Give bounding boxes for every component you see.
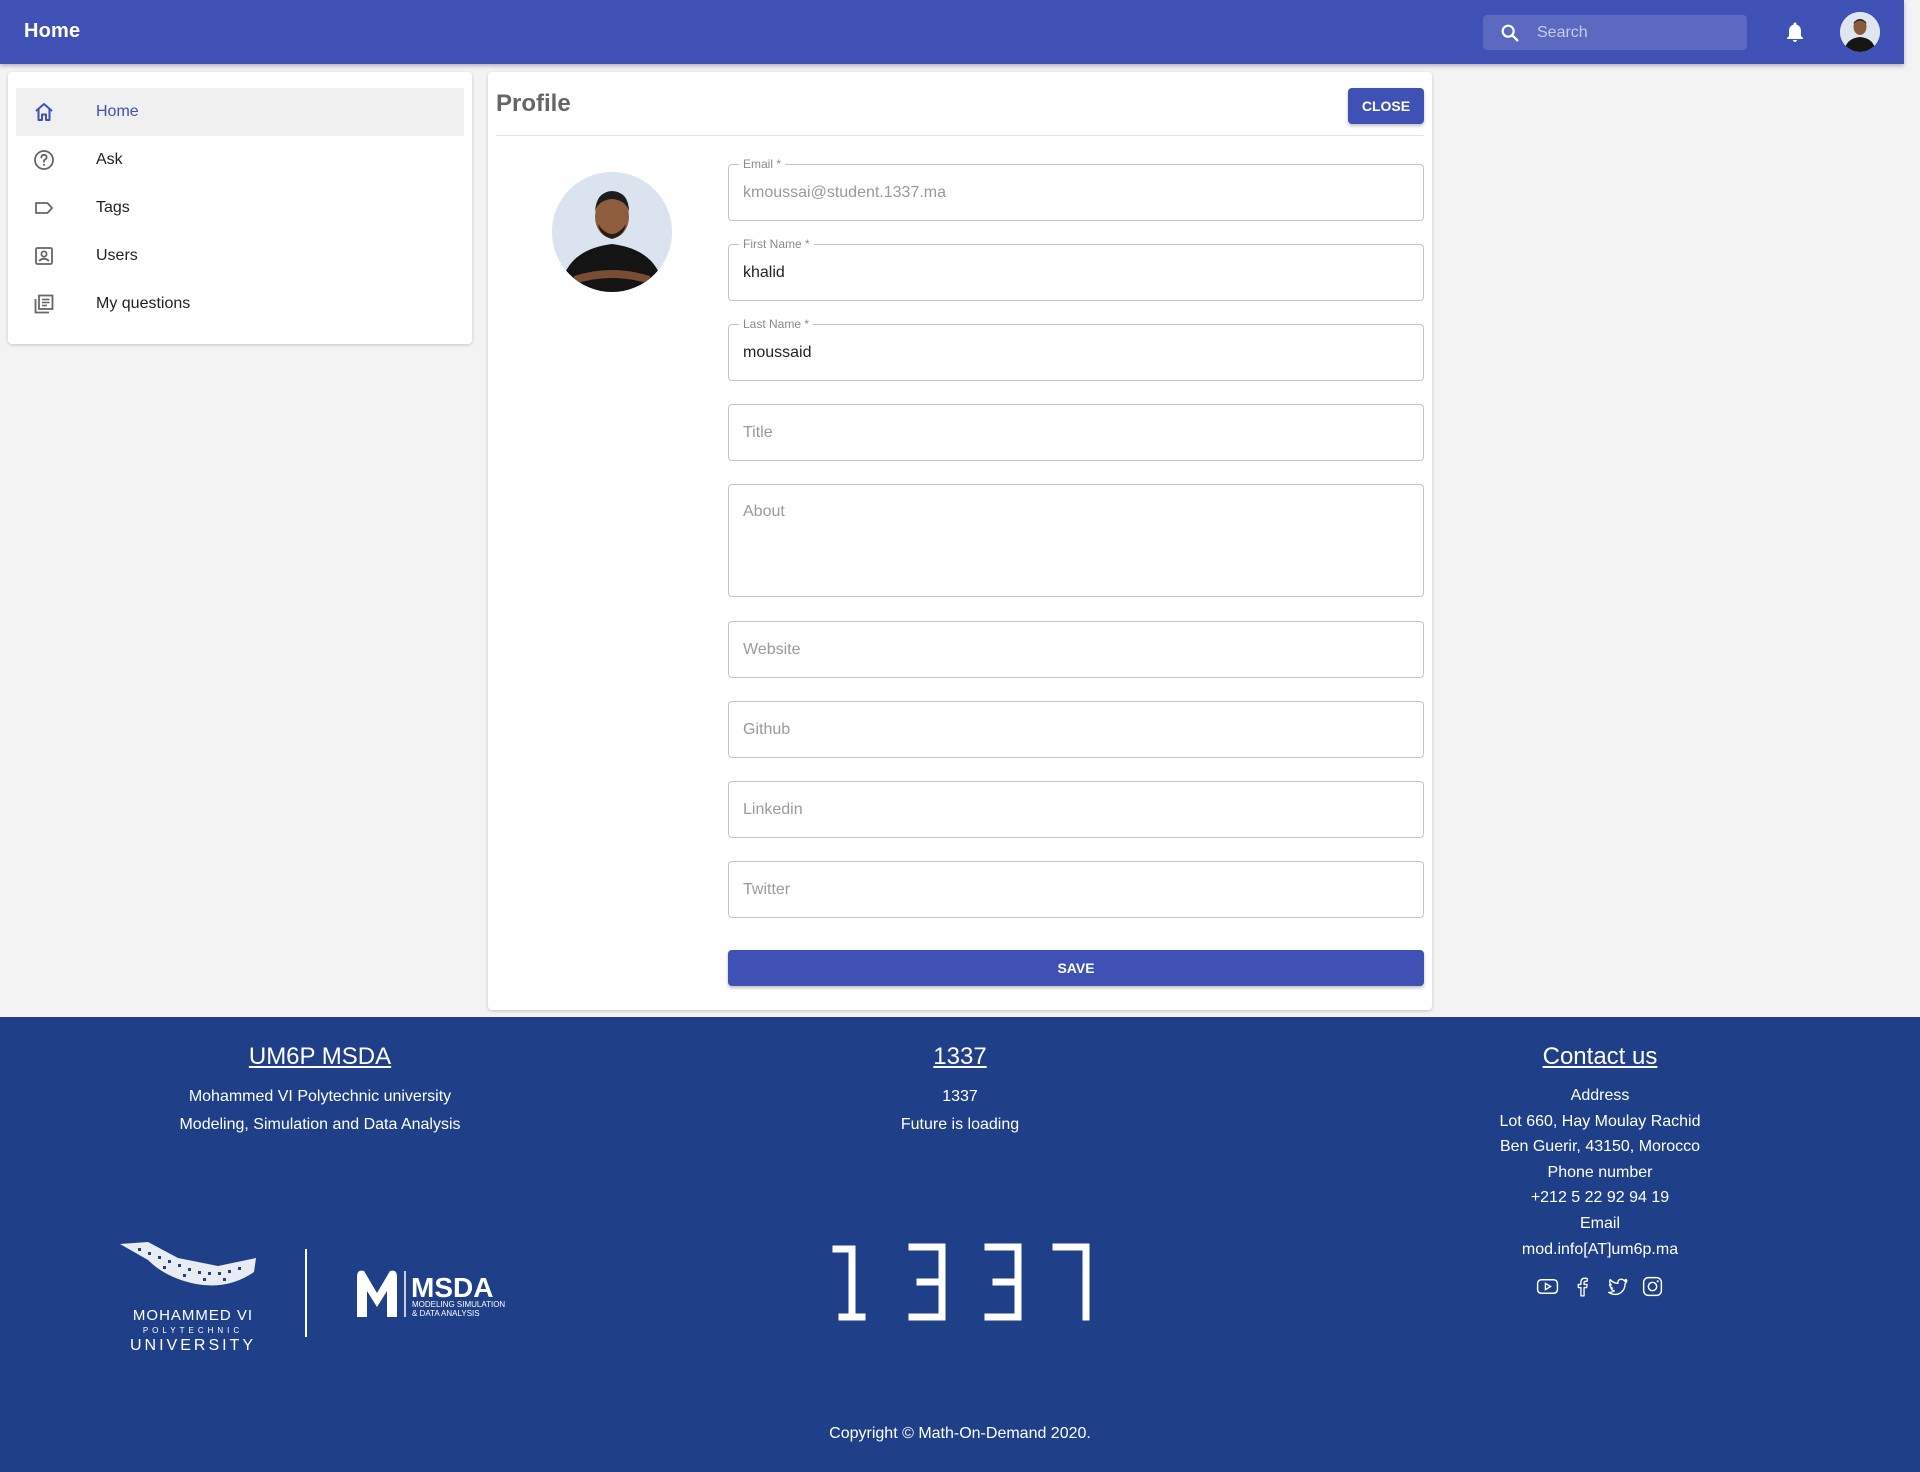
twitter-input[interactable] [743,862,1403,917]
first-name-field[interactable]: First Name * [728,237,1424,301]
sidebar-item-label: Tags [96,199,130,216]
website-input[interactable] [743,622,1403,677]
linkedin-field[interactable] [728,781,1424,838]
sidebar-item-my-questions[interactable]: My questions [16,280,464,328]
um6p-logo-text: POLYTECHNIC [143,1326,243,1335]
msda-logo-subtext: & DATA ANALYSIS [412,1309,480,1318]
sidebar-item-label: Users [96,247,138,264]
github-input[interactable] [743,702,1403,757]
logo-1337-text: 1337 [830,1237,866,1241]
home-icon [35,103,53,121]
address-label: Address [1570,1087,1630,1104]
facebook-icon[interactable] [1570,1274,1595,1299]
footer-heading-1337[interactable]: 1337 [760,1043,1160,1071]
twitter-field[interactable] [728,861,1424,918]
youtube-icon[interactable] [1535,1274,1560,1299]
search-icon [1501,24,1519,42]
footer-column-um6p: UM6P MSDA Mohammed VI Polytechnic univer… [120,1043,520,1139]
profile-avatar[interactable] [552,172,672,292]
website-field[interactable] [728,621,1424,678]
sidebar-item-tags[interactable]: Tags [16,184,464,232]
footer: UM6P MSDA Mohammed VI Polytechnic univer… [0,1017,1920,1472]
um6p-logo-text: MOHAMMED VI [133,1307,253,1324]
footer-heading-contact-us[interactable]: Contact us [1440,1043,1760,1071]
linkedin-input[interactable] [743,782,1403,837]
about-textarea[interactable] [743,503,1403,583]
notifications-bell-icon[interactable] [1783,20,1807,44]
github-field[interactable] [728,701,1424,758]
footer-column-1337: 1337 1337 Future is loading [760,1043,1160,1139]
logo-divider [305,1249,307,1337]
label-icon [35,202,53,214]
footer-text: Modeling, Simulation and Data Analysis [179,1116,461,1133]
phone-label: Phone number [1547,1163,1653,1181]
footer-text: Future is loading [900,1116,1020,1133]
title-field[interactable] [728,404,1424,461]
close-button[interactable]: CLOSE [1348,88,1424,124]
first-name-input[interactable] [743,245,1403,300]
address-line: Ben Guerir, 43150, Morocco [1499,1138,1701,1156]
sidebar-item-label: Ask [96,151,123,168]
about-field[interactable] [728,484,1424,597]
divider [496,135,1424,136]
social-links [1440,1274,1760,1299]
msda-logo-subtext: MODELING SIMULATION [412,1300,505,1309]
app-bar: Home [0,0,1904,64]
sidebar-item-label: My questions [96,295,191,312]
user-avatar[interactable] [1840,12,1880,52]
um6p-logo: MOHAMMED VI POLYTECHNIC UNIVERSITY [120,1242,256,1354]
title-input[interactable] [743,405,1403,460]
phone-number: +212 5 22 92 94 19 [1530,1189,1670,1207]
app-title: Home [24,20,81,42]
sidebar-nav: Home Ask Tags Users My questions [8,72,472,344]
account-box-icon [35,247,53,265]
footer-text: Mohammed VI Polytechnic university [188,1088,452,1105]
profile-photo [552,172,672,292]
address-line: Lot 660, Hay Moulay Rachid [1499,1112,1701,1130]
footer-text: 1337 [942,1088,978,1105]
sidebar-item-label: Home [96,103,139,120]
search-box[interactable] [1483,15,1747,50]
help-circle-icon [34,150,54,170]
msda-logo-text: MSDA [411,1272,493,1303]
last-name-input[interactable] [743,325,1403,380]
footer-column-contact: Contact us Address Lot 660, Hay Moulay R… [1440,1043,1760,1299]
um6p-logo-text: UNIVERSITY [130,1337,256,1354]
instagram-icon[interactable] [1640,1274,1665,1299]
last-name-field[interactable]: Last Name * [728,317,1424,381]
profile-card: Profile CLOSE Email * First Name * Last … [488,72,1432,1010]
footer-heading-um6p-msda[interactable]: UM6P MSDA [120,1043,520,1071]
email-field[interactable]: Email * [728,157,1424,221]
email-label: Email [1579,1214,1620,1232]
page-title: Profile [496,90,571,117]
library-books-icon [34,294,54,314]
user-photo [1840,12,1880,52]
email-input[interactable] [743,165,1403,220]
copyright: Copyright © Math-On-Demand 2020. [829,1425,1091,1442]
contact-email: mod.info[AT]um6p.ma [1521,1240,1679,1258]
search-input[interactable] [1537,23,1737,42]
sidebar-item-home[interactable]: Home [16,88,464,136]
msda-logo: MSDA MODELING SIMULATION & DATA ANALYSIS [357,1270,505,1318]
logo-1337: 1337 [830,1237,1090,1321]
sidebar-item-ask[interactable]: Ask [16,136,464,184]
twitter-icon[interactable] [1605,1274,1630,1299]
sidebar-item-users[interactable]: Users [16,232,464,280]
save-button[interactable]: SAVE [728,950,1424,986]
